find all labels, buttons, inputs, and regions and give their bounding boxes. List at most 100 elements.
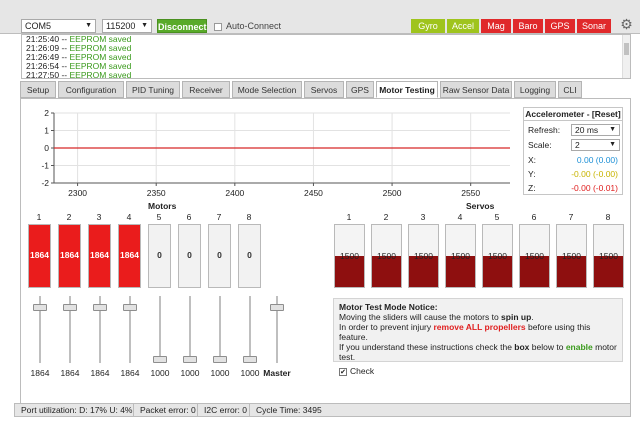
tab-mode-selection[interactable]: Mode Selection xyxy=(232,81,302,98)
baud-select[interactable]: 115200 ▼ xyxy=(102,19,152,33)
sensor-sonar: Sonar xyxy=(577,19,611,33)
port-select[interactable]: COM5 ▼ xyxy=(21,19,96,33)
servo-index: 2 xyxy=(383,212,389,222)
log-message: EEPROM saved xyxy=(69,70,132,79)
top-toolbar: COM5 ▼ 115200 ▼ Disconnect Auto-Connect … xyxy=(0,0,640,34)
master-label: Master xyxy=(263,368,291,378)
slider-thumb[interactable] xyxy=(63,304,77,312)
checkmark-icon[interactable]: ✔ xyxy=(339,367,347,376)
x-tick-label: 2300 xyxy=(68,188,87,198)
slider-value: 1000 xyxy=(240,368,260,378)
motor-index: 4 xyxy=(126,212,132,222)
servo-8-bar: 1500 xyxy=(593,224,624,288)
servo-index: 4 xyxy=(457,212,463,222)
tab-pid-tuning[interactable]: PID Tuning xyxy=(126,81,180,98)
motor-2-bar: 1864 xyxy=(58,224,81,288)
servo-5-bar: 1500 xyxy=(482,224,513,288)
disconnect-button[interactable]: Disconnect xyxy=(157,19,207,33)
scrollbar-thumb[interactable] xyxy=(624,43,629,55)
motor-value: 1864 xyxy=(90,250,109,260)
autoconnect-checkbox[interactable]: Auto-Connect xyxy=(214,20,281,33)
motor-1-slider[interactable] xyxy=(33,296,47,363)
slider-thumb[interactable] xyxy=(123,304,137,312)
motor-value: 0 xyxy=(187,250,192,260)
motor-7-slider[interactable] xyxy=(213,296,227,363)
y-tick-label: -1 xyxy=(41,161,49,171)
slider-thumb[interactable] xyxy=(93,304,107,312)
servo-index: 8 xyxy=(605,212,611,222)
motor-4-slider[interactable] xyxy=(123,296,137,363)
servo-value: 1500 xyxy=(377,251,396,261)
slider-thumb[interactable] xyxy=(33,304,47,312)
slider-thumb[interactable] xyxy=(213,356,227,363)
motor-test-notice: Motor Test Mode Notice: Moving the slide… xyxy=(333,298,623,376)
motor-index: 8 xyxy=(246,212,252,222)
scale-select[interactable]: 2 ▼ xyxy=(571,139,620,151)
master-slider[interactable] xyxy=(270,296,284,363)
checkbox-icon[interactable] xyxy=(214,22,222,31)
slider-value: 1864 xyxy=(120,368,140,378)
servo-value: 1500 xyxy=(562,251,581,261)
accelerometer-panel: Accelerometer - [Reset] Refresh: 20 ms ▼ … xyxy=(523,107,623,195)
motor-8-slider[interactable] xyxy=(243,296,257,363)
tab-servos[interactable]: Servos xyxy=(304,81,344,98)
y-tick-label: 0 xyxy=(44,143,49,153)
servo-value: 1500 xyxy=(414,251,433,261)
cycle-time: Cycle Time: 3495 xyxy=(249,404,322,416)
motor-3-slider[interactable] xyxy=(93,296,107,363)
gear-icon[interactable]: ⚙ xyxy=(619,17,634,32)
sensor-status-bar: Gyro Accel Mag Baro GPS Sonar xyxy=(411,19,613,33)
slider-track xyxy=(219,296,221,363)
servo-4-bar: 1500 xyxy=(445,224,476,288)
slider-thumb[interactable] xyxy=(243,356,257,363)
sensor-mag: Mag xyxy=(481,19,511,33)
tab-cli[interactable]: CLI xyxy=(558,81,582,98)
servo-1-bar: 1500 xyxy=(334,224,365,288)
refresh-value: 20 ms xyxy=(575,125,599,135)
dropdown-arrow-icon: ▼ xyxy=(141,22,148,29)
accel-x-label: X: xyxy=(528,155,537,165)
motor-value: 0 xyxy=(217,250,222,260)
motor-value: 1864 xyxy=(60,250,79,260)
slider-value: 1864 xyxy=(90,368,110,378)
tab-receiver[interactable]: Receiver xyxy=(182,81,230,98)
notice-line-3: If you understand these instructions che… xyxy=(339,342,617,362)
tab-setup[interactable]: Setup xyxy=(20,81,56,98)
tab-gps[interactable]: GPS xyxy=(346,81,374,98)
y-tick-label: -2 xyxy=(41,178,49,188)
scale-label: Scale: xyxy=(528,140,552,150)
servo-value: 1500 xyxy=(488,251,507,261)
tab-raw-sensor-data[interactable]: Raw Sensor Data xyxy=(440,81,512,98)
tab-motor-testing[interactable]: Motor Testing xyxy=(376,81,438,98)
sensor-accel: Accel xyxy=(447,19,479,33)
refresh-label: Refresh: xyxy=(528,125,561,135)
refresh-select[interactable]: 20 ms ▼ xyxy=(571,124,620,136)
log-time: 21:27:50 xyxy=(26,70,60,79)
motor-1-bar: 1864 xyxy=(28,224,51,288)
motor-3-bar: 1864 xyxy=(88,224,111,288)
tab-logging[interactable]: Logging xyxy=(514,81,556,98)
slider-thumb[interactable] xyxy=(183,356,197,363)
motor-index: 6 xyxy=(186,212,192,222)
slider-thumb[interactable] xyxy=(270,304,284,312)
sensor-gyro: Gyro xyxy=(411,19,445,33)
log-scrollbar[interactable] xyxy=(622,35,630,78)
x-tick-label: 2500 xyxy=(383,188,402,198)
servo-7-bar: 1500 xyxy=(556,224,587,288)
accelerometer-title[interactable]: Accelerometer - [Reset] xyxy=(524,108,622,121)
y-tick-label: 1 xyxy=(44,126,49,136)
slider-value: 1864 xyxy=(60,368,80,378)
x-tick-label: 2550 xyxy=(461,188,480,198)
enable-motor-test-checkbox[interactable]: ✔ Check xyxy=(339,366,617,376)
tab-configuration[interactable]: Configuration xyxy=(58,81,124,98)
port-value: COM5 xyxy=(25,21,52,31)
slider-track xyxy=(159,296,161,363)
notice-title: Motor Test Mode Notice: xyxy=(339,302,438,312)
slider-thumb[interactable] xyxy=(153,356,167,363)
motor-5-slider[interactable] xyxy=(153,296,167,363)
motor-2-slider[interactable] xyxy=(63,296,77,363)
packet-error: Packet error: 0 xyxy=(133,404,196,416)
slider-value: 1000 xyxy=(210,368,230,378)
accel-z-label: Z: xyxy=(528,183,536,193)
motor-6-slider[interactable] xyxy=(183,296,197,363)
